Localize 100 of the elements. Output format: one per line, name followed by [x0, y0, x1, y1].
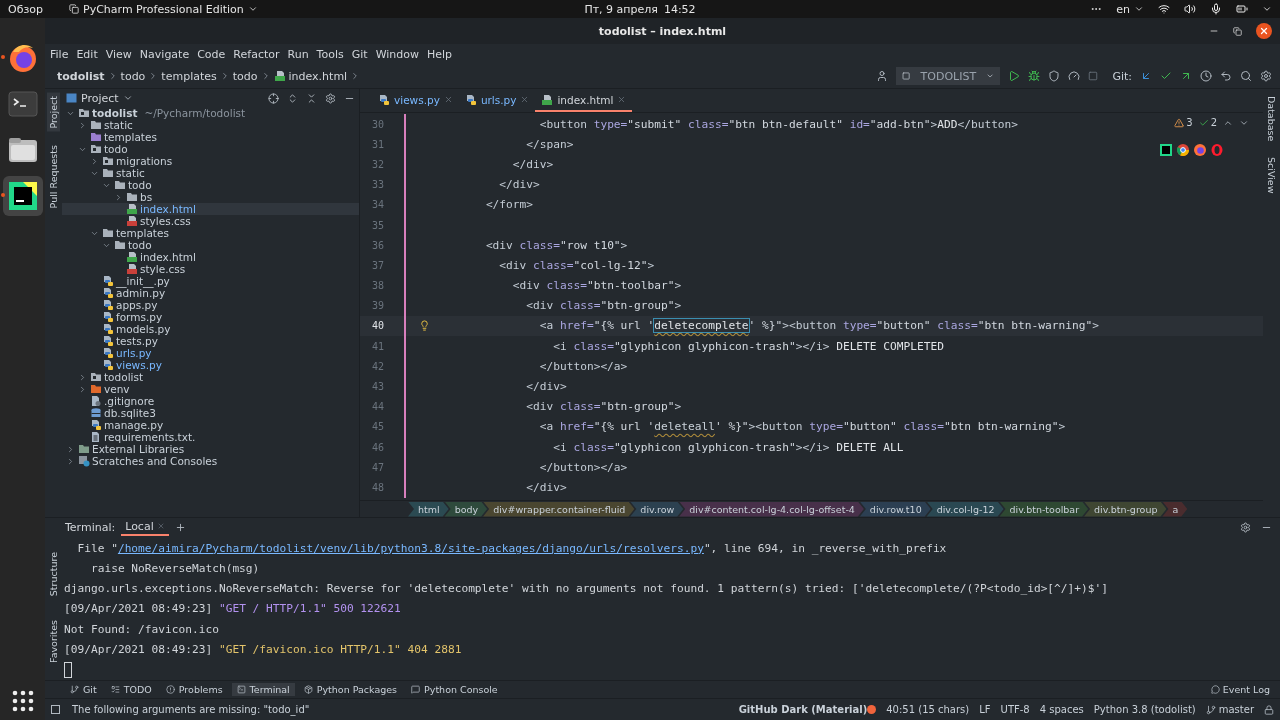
collapse-all-icon[interactable] [306, 92, 317, 104]
activities-button[interactable]: Обзор [8, 2, 43, 16]
project-view-dropdown[interactable]: Project [66, 91, 133, 105]
firefox-icon[interactable] [1194, 144, 1206, 156]
profile-icon[interactable] [1068, 70, 1081, 82]
tree-item[interactable]: forms.py [62, 311, 359, 323]
editor-tab[interactable]: views.py [372, 89, 459, 112]
chevron-right-icon[interactable] [78, 372, 87, 382]
chevron-right-icon[interactable] [78, 384, 87, 394]
tree-item[interactable]: views.py [62, 359, 359, 371]
history-icon[interactable] [1200, 70, 1212, 82]
weak-warnings-count[interactable]: 2 [1198, 117, 1217, 128]
tree-item[interactable]: models.py [62, 323, 359, 335]
tool-window-tab[interactable]: Database [1265, 93, 1278, 145]
tree-item[interactable]: .gitignore [62, 395, 359, 407]
tree-item[interactable]: styles.css [62, 215, 359, 227]
locate-icon[interactable] [268, 92, 279, 104]
push-icon[interactable] [1180, 70, 1192, 82]
settings-icon[interactable] [1240, 521, 1251, 533]
tree-item[interactable]: templates [62, 131, 359, 143]
chevron-right-icon[interactable] [114, 192, 123, 202]
tree-item[interactable]: db.sqlite3 [62, 407, 359, 419]
menu-item[interactable]: Tools [316, 47, 344, 61]
path-crumb[interactable]: todo [232, 69, 258, 83]
tree-item[interactable]: admin.py [62, 287, 359, 299]
tool-window-tab[interactable]: Favorites [47, 617, 60, 666]
tree-item[interactable]: External Libraries [62, 443, 359, 455]
editor-tab[interactable]: urls.py [458, 89, 536, 112]
line-separator[interactable]: LF [979, 704, 991, 715]
file-link[interactable]: /home/aimira/Pycharm/todolist/venv/lib/python3.8/site-packages/django/urls/resolvers.py [117, 541, 704, 555]
tree-item[interactable]: bs [62, 191, 359, 203]
close-button[interactable] [1256, 23, 1272, 39]
user-icon[interactable] [876, 70, 889, 82]
debug-icon[interactable] [1028, 70, 1041, 82]
tree-item[interactable]: apps.py [62, 299, 359, 311]
terminal-tab[interactable]: Local [121, 518, 169, 536]
tool-window-tab[interactable]: SciView [1265, 154, 1278, 197]
git-branch[interactable]: master [1205, 704, 1254, 715]
run-config-dropdown[interactable]: TODOLIST [896, 67, 1001, 85]
encoding[interactable]: UTF-8 [1000, 704, 1030, 715]
tag-crumb[interactable]: div.btn-toolbar [999, 501, 1089, 517]
menu-item[interactable]: Run [287, 47, 309, 61]
expand-all-icon[interactable] [287, 92, 298, 104]
menu-item[interactable]: Help [427, 47, 453, 61]
menu-item[interactable]: Navigate [139, 47, 190, 61]
opera-icon[interactable] [1211, 144, 1223, 156]
add-icon[interactable] [174, 521, 186, 533]
tag-crumb[interactable]: div.row.t10 [859, 501, 931, 517]
tree-item[interactable]: __init__.py [62, 275, 359, 287]
tool-window-button[interactable]: Python Console [406, 683, 503, 696]
tree-item[interactable]: static [62, 119, 359, 131]
restore-icon[interactable] [1233, 26, 1242, 36]
menu-item[interactable]: Refactor [233, 47, 280, 61]
theme-indicator[interactable]: GitHub Dark (Material) [738, 704, 877, 715]
tool-window-tab[interactable]: Structure [47, 548, 60, 600]
tool-window-button[interactable]: Git [65, 683, 102, 696]
tool-window-button[interactable]: Python Packages [298, 683, 403, 696]
tag-crumb[interactable]: div#content.col-lg-4.col-lg-offset-4 [679, 501, 864, 517]
apps-grid-icon[interactable] [11, 690, 34, 712]
chevron-right-icon[interactable] [66, 444, 75, 454]
files-icon[interactable] [7, 137, 38, 163]
path-crumb[interactable]: todo [120, 69, 146, 83]
tree-item[interactable]: requirements.txt. [62, 431, 359, 443]
warnings-count[interactable]: 3 [1174, 117, 1193, 128]
tag-crumb[interactable]: div.col-lg-12 [926, 501, 1004, 517]
tool-window-button[interactable]: Problems [160, 683, 228, 696]
chrome-icon[interactable] [1177, 144, 1189, 156]
tree-item[interactable]: venv [62, 383, 359, 395]
tree-item[interactable]: todo [62, 143, 359, 155]
tree-item[interactable]: Scratches and Consoles [62, 455, 359, 467]
chevron-right-icon[interactable] [66, 456, 75, 466]
tree-item[interactable]: todolist ~/Pycharm/todolist [62, 107, 359, 119]
app-menu[interactable]: PyCharm Professional Edition [69, 2, 258, 16]
rollback-icon[interactable] [1220, 70, 1232, 82]
settings-icon[interactable] [1260, 70, 1272, 82]
indent-setting[interactable]: 4 spaces [1039, 704, 1084, 715]
search-icon[interactable] [1240, 70, 1252, 82]
path-crumb[interactable]: index.html [273, 69, 348, 83]
tag-crumb[interactable]: a [1162, 501, 1188, 517]
menu-item[interactable]: Git [351, 47, 368, 61]
chevron-right-icon[interactable] [90, 156, 99, 166]
path-crumb[interactable]: templates [161, 69, 217, 83]
terminal-icon[interactable] [7, 91, 38, 117]
coverage-icon[interactable] [1048, 70, 1061, 82]
commit-icon[interactable] [1160, 70, 1172, 82]
interpreter[interactable]: Python 3.8 (todolist) [1093, 704, 1196, 715]
tag-crumb[interactable]: div.btn-group [1084, 501, 1167, 517]
path-crumb[interactable]: todolist [57, 69, 105, 83]
tag-crumb[interactable]: div.row [630, 501, 684, 517]
run-icon[interactable] [1008, 70, 1021, 82]
tree-item[interactable]: templates [62, 227, 359, 239]
menu-item[interactable]: Edit [76, 47, 98, 61]
pycharm-icon[interactable] [1160, 144, 1172, 156]
caret-icon[interactable] [1262, 4, 1272, 14]
tree-item[interactable]: todo [62, 239, 359, 251]
tag-crumb[interactable]: div#wrapper.container-fluid [483, 501, 635, 517]
tree-item[interactable]: tests.py [62, 335, 359, 347]
update-icon[interactable] [1140, 70, 1152, 82]
settings-icon[interactable] [325, 92, 336, 104]
tool-window-button[interactable]: Terminal [231, 683, 295, 696]
